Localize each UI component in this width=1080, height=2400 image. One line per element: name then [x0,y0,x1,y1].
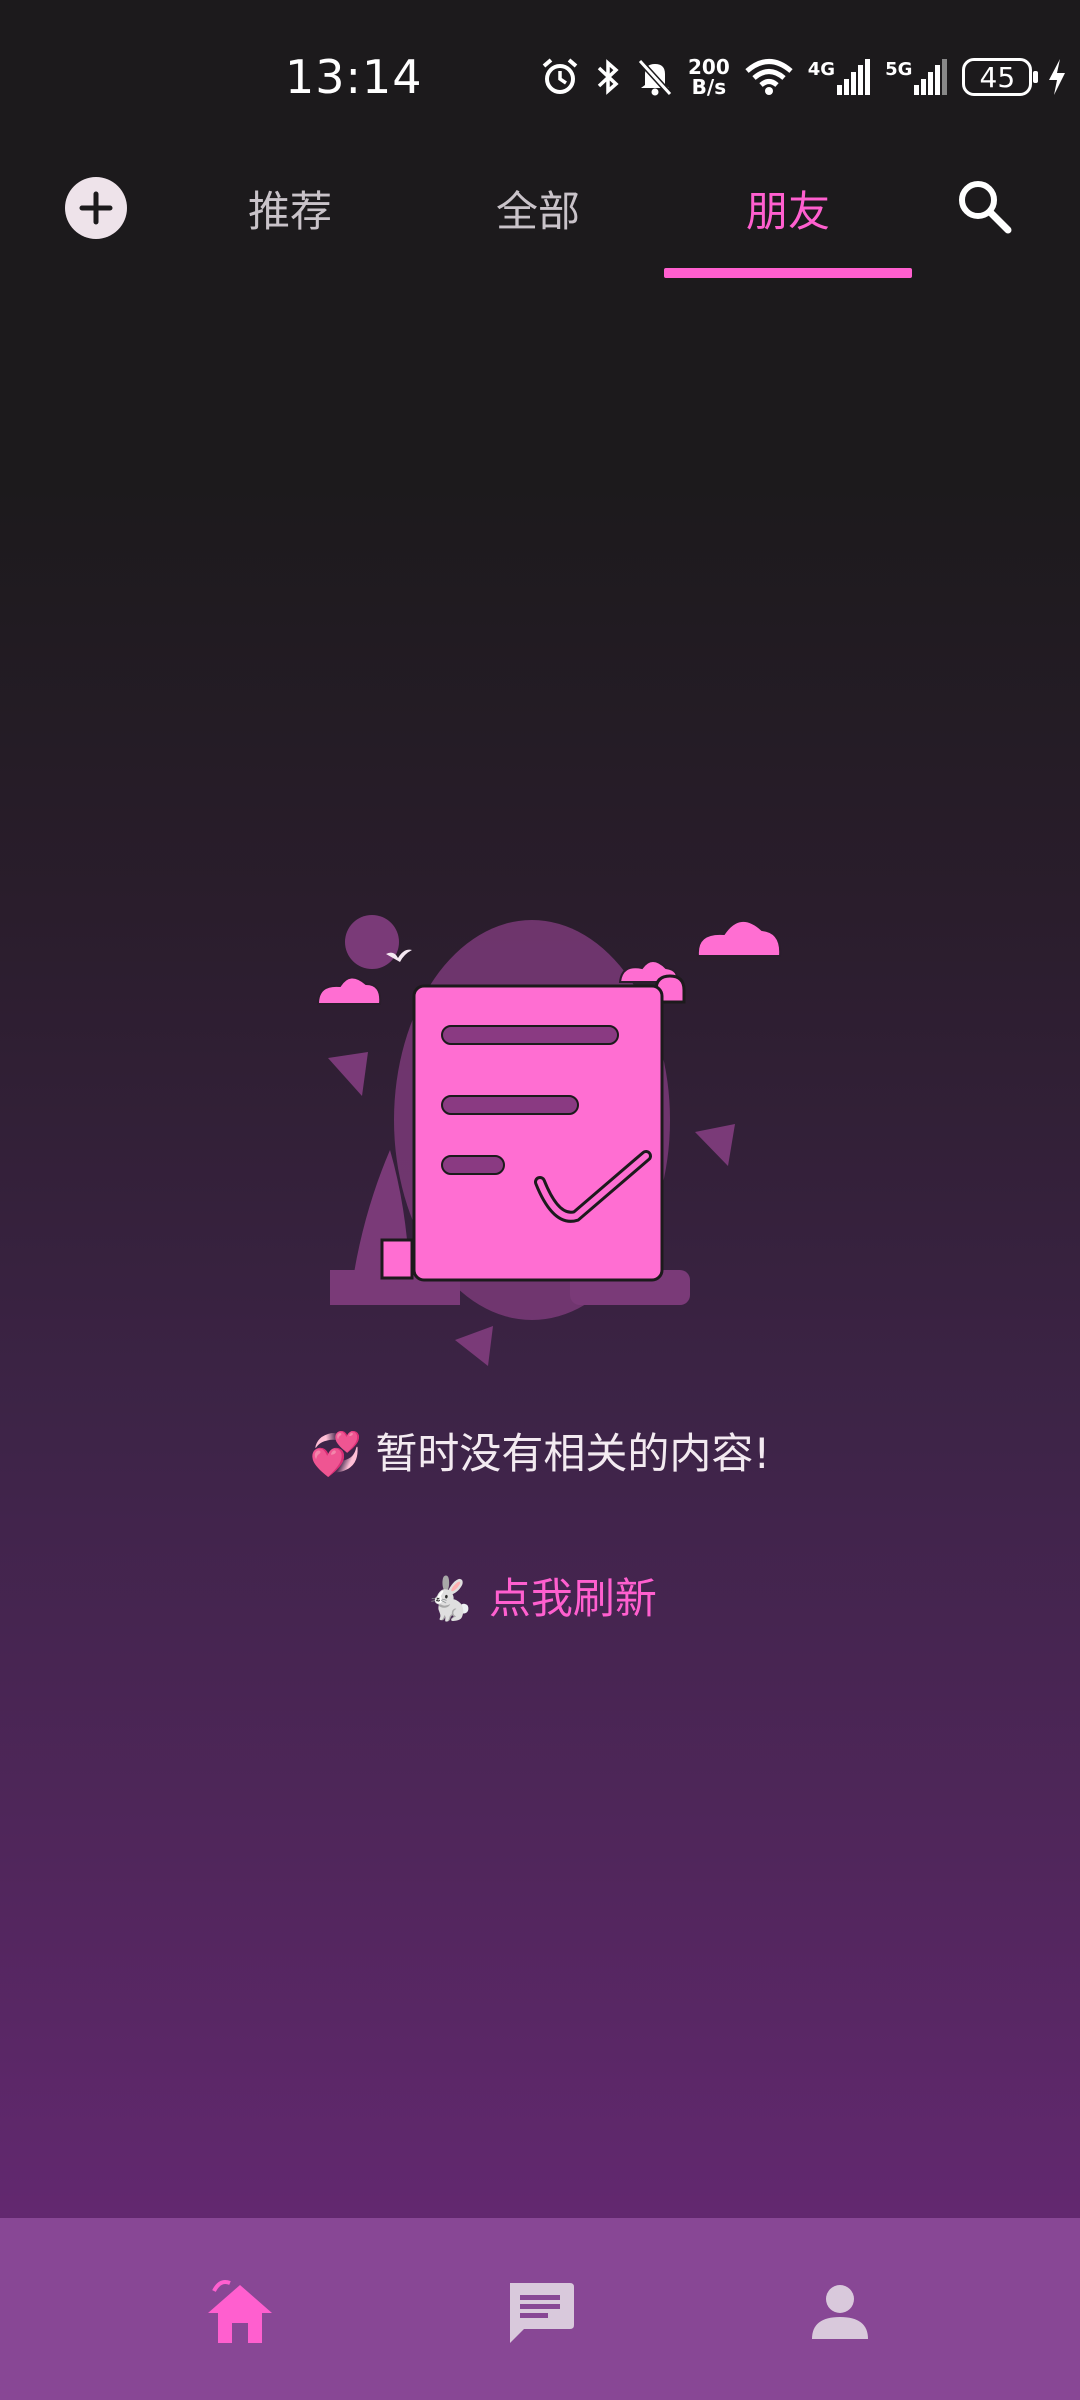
network-5g-label: 5G [885,59,913,80]
empty-state-text: 暂时没有相关的内容! [375,1429,771,1478]
plus-icon [79,191,113,225]
battery-indicator: 45 [962,58,1039,96]
message-icon [510,2283,574,2343]
hearts-icon: 💞 [309,1429,363,1478]
nav-home[interactable] [200,2273,280,2353]
bottom-nav [0,2218,1080,2400]
top-tab-bar: 推荐 全部 朋友 [0,160,1080,290]
net-speed: 200 B/s [688,57,730,97]
wifi-icon [745,59,793,95]
signal-4g: 4G [808,59,871,95]
nav-profile[interactable] [800,2273,880,2353]
home-icon [208,2280,272,2343]
refresh-label: 点我刷新 [488,1574,657,1623]
tab-recommend[interactable]: 推荐 [190,178,390,239]
search-button[interactable] [952,174,1016,238]
status-bar: 13:14 200 B/s 4G 5G 45 [0,0,1080,160]
status-time: 13:14 [285,50,423,104]
profile-icon [812,2285,868,2339]
network-4g-label: 4G [807,59,836,80]
net-speed-unit: B/s [691,75,727,99]
alarm-icon [542,58,578,94]
charging-icon [1049,59,1066,95]
rabbit-icon: 🐇 [423,1574,476,1623]
refresh-button[interactable]: 🐇 点我刷新 [0,1565,1080,1626]
tab-friends[interactable]: 朋友 [688,178,888,239]
empty-state-illustration [316,915,782,1366]
tab-active-indicator [664,268,912,278]
signal-icon [914,59,948,95]
nav-messages[interactable] [500,2273,580,2353]
empty-state-message: 💞 暂时没有相关的内容! [0,1420,1080,1481]
signal-5g: 5G [885,59,948,95]
add-button[interactable] [65,177,127,239]
mute-icon [637,58,673,97]
net-speed-value: 200 [688,55,730,79]
signal-icon [837,59,871,95]
search-icon [959,181,1012,234]
battery-level: 45 [979,60,1016,94]
bluetooth-icon [597,59,619,95]
status-icons: 200 B/s 4G 5G 45 [540,52,1068,102]
tab-all[interactable]: 全部 [438,178,638,239]
